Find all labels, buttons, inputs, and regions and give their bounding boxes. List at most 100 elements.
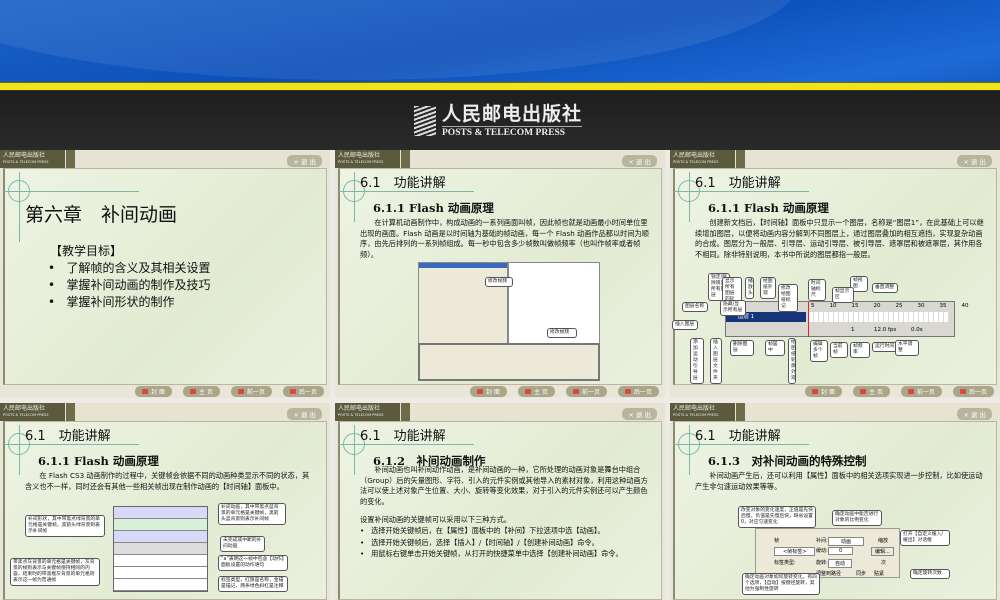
objective-item: • 掌握补间动画的制作及技巧	[48, 278, 211, 292]
slide-thumbnail-4[interactable]: 人民邮电出版社 POSTS & TELECOM PRESS × 退 出 6.1 功能…	[0, 403, 330, 600]
nav-icon	[959, 389, 966, 394]
objectives-heading: 【教学目标】	[50, 244, 123, 258]
method-item: • 用鼠标右键单击开始关键帧，从打开的快捷菜单中选择【创建补间动画】命令。	[360, 549, 623, 558]
nav-button-1[interactable]: 主 页	[853, 386, 890, 397]
nav-icon	[812, 389, 819, 394]
nav-button-1[interactable]: 主 页	[518, 386, 555, 397]
slide-logo-cn: 人民邮电出版社	[3, 405, 46, 412]
nav-button-2[interactable]: 前一页	[230, 386, 272, 397]
slide-logo-en: POSTS & TELECOM PRESS	[3, 160, 49, 164]
body-paragraph: 补间动画产生后，还可以利用【属性】面板中的相关选项实现进一步控制，比如使运动产生…	[695, 471, 983, 491]
slide-thumbnail-3[interactable]: 人民邮电出版社 POSTS & TELECOM PRESS × 退 出 封 面 主 页…	[670, 150, 1000, 398]
decor-line	[4, 191, 139, 192]
frame-area[interactable]	[809, 312, 949, 322]
slide-logo-cn: 人民邮电出版社	[673, 152, 716, 159]
frame-state-row	[114, 519, 207, 531]
slide-logo-tab	[736, 403, 745, 421]
panel-tween-val[interactable]: 动画	[828, 537, 865, 546]
timeline-ruler: 5 10 15 20 25 30 35 40	[811, 303, 969, 309]
ruler-tick: 30	[917, 303, 925, 309]
exit-button[interactable]: × 退 出	[957, 155, 992, 167]
callout: 打开【自定义缓入/缓出】对话框	[900, 530, 950, 546]
decor-line	[339, 191, 474, 192]
slide-logo-en: POSTS & TELECOM PRESS	[338, 160, 384, 164]
nav-label: 主 页	[534, 389, 548, 396]
nav-label: 封 面	[821, 389, 836, 396]
slide-thumbnail-2[interactable]: 人民邮电出版社 POSTS & TELECOM PRESS × 退 出 封 面 主 页…	[335, 150, 665, 398]
callout: 帧频率	[850, 342, 870, 358]
logo-cn: 人民邮电出版社	[442, 103, 583, 125]
callout: 插入图层文件夹	[710, 338, 722, 384]
nav-button-0[interactable]: 封 面	[470, 386, 508, 397]
objective-text: 了解帧的含义及其相关设置	[66, 261, 211, 275]
nav-label: 前一页	[916, 389, 935, 396]
nav-button-2[interactable]: 前一页	[565, 386, 607, 397]
callout: 绘图纸外观	[760, 277, 776, 299]
panel-snap[interactable]: 贴紧	[874, 570, 884, 577]
properties-panel	[418, 343, 600, 381]
tween-properties-panel: 帧 <帧标签> 补间: 动画 缩放 缓动: 0 编辑... 标签类型: 旋转: 自动次调整到路径 同步…	[755, 528, 900, 578]
body-paragraph: 在 Flash CS3 动画制作的过程中，关键帧会依据不同的动画种类显示不同的状…	[25, 471, 310, 491]
section-title: 6.1 功能讲解	[360, 429, 446, 444]
slide-logo: 人民邮电出版社 POSTS & TELECOM PRESS	[670, 403, 735, 421]
lead-text: 设置补间动画的关键帧可以采用以下三种方式。	[360, 515, 511, 524]
nav-icon	[190, 389, 197, 394]
nav-button-1[interactable]: 主 页	[183, 386, 220, 397]
callout: 带黑点灰背景的单元格是关键帧，灰背景的帧则表示与关键帧保持相同的内容，结束时的带…	[10, 558, 100, 586]
nav-button-3[interactable]: 后一页	[952, 386, 994, 397]
banner-swoosh	[0, 0, 800, 80]
slide-logo-tab	[66, 150, 75, 168]
exit-button[interactable]: × 退 出	[287, 408, 322, 420]
publisher-logo: 人民邮电出版社 POSTS & TELECOM PRESS	[414, 103, 583, 138]
exit-button[interactable]: × 退 出	[957, 408, 992, 420]
method-item: • 选择开始关键帧后，选择【插入】/【时间轴】/【创建补间动画】命令。	[360, 537, 599, 547]
nav-button-3[interactable]: 后一页	[617, 386, 659, 397]
slide-thumbnail-5[interactable]: 人民邮电出版社 POSTS & TELECOM PRESS × 退 出 6.1 功能…	[335, 403, 665, 600]
section-title: 6.1 功能讲解	[695, 429, 781, 444]
slide-logo-en: POSTS & TELECOM PRESS	[673, 413, 719, 417]
nav-button-0[interactable]: 封 面	[135, 386, 173, 397]
slide-footer-nav: 封 面 主 页 前一页 后一页	[670, 385, 1000, 398]
nav-label: 前一页	[581, 389, 600, 396]
slide-header: 人民邮电出版社 POSTS & TELECOM PRESS × 退 出	[335, 150, 665, 168]
nav-icon	[624, 389, 631, 394]
exit-button[interactable]: × 退 出	[287, 155, 322, 167]
exit-button[interactable]: × 退 出	[622, 155, 657, 167]
slide-thumbnail-6[interactable]: 人民邮电出版社 POSTS & TELECOM PRESS × 退 出 6.1 功能…	[670, 403, 1000, 600]
ruler-tick: 20	[873, 303, 881, 309]
nav-label: 后一页	[968, 389, 987, 396]
panel-ease-val[interactable]: 0	[828, 547, 854, 555]
panel-sync[interactable]: 同步	[856, 570, 866, 577]
callout: 添加运动引导层	[690, 338, 704, 384]
exit-button[interactable]: × 退 出	[622, 408, 657, 420]
nav-button-2[interactable]: 前一页	[900, 386, 942, 397]
decor-line	[354, 172, 355, 222]
body-paragraph: 创建新文档后，【时间轴】面板中只显示一个图层，名称是“图层1”，在此基础上可以继…	[695, 218, 984, 259]
nav-icon	[289, 389, 296, 394]
panel-edit[interactable]: 编辑...	[871, 547, 894, 556]
slide-logo: 人民邮电出版社 POSTS & TELECOM PRESS	[335, 403, 400, 421]
method-item: • 选择开始关键帧后，在【属性】面板中的【补间】下拉选项中选【动画】。	[360, 526, 605, 535]
slide-logo-tab	[401, 150, 410, 168]
panel-ease: 缓动:	[816, 548, 828, 554]
slide-header: 人民邮电出版社 POSTS & TELECOM PRESS × 退 出	[335, 403, 665, 421]
nav-button-0[interactable]: 封 面	[805, 386, 843, 397]
callout: 确定旋转次数	[910, 569, 950, 579]
panel-rotate-val[interactable]: 自动	[828, 559, 853, 568]
panel-scale[interactable]: 缩放	[878, 537, 888, 544]
chapter-title: 第六章 补间动画	[25, 204, 178, 226]
panel-label-type: 标签类型:	[774, 560, 796, 566]
nav-icon	[477, 389, 484, 394]
body-paragraph: 在计算机动画制作中，构成动画的一系列画面叫帧，因此帧也就是动画最小时间单位里出现…	[360, 218, 649, 259]
decor-line	[4, 444, 139, 445]
subsection-title: 6.1.3 对补间动画的特殊控制	[708, 454, 867, 468]
slide-thumbnail-1[interactable]: 人民邮电出版社 POSTS & TELECOM PRESS × 退 出 封 面 主 页…	[0, 150, 330, 398]
decor-line	[674, 444, 809, 445]
nav-button-3[interactable]: 后一页	[282, 386, 324, 397]
nav-label: 前一页	[246, 389, 265, 396]
method-list: • 选择开始关键帧后，在【属性】面板中的【补间】下拉选项中选【动画】。 • 选择开…	[360, 526, 630, 561]
decor-line	[689, 425, 690, 475]
callout: 修改帧频	[485, 277, 513, 287]
slide-logo-en: POSTS & TELECOM PRESS	[673, 160, 719, 164]
slide-header: 人民邮电出版社 POSTS & TELECOM PRESS × 退 出	[0, 150, 330, 168]
